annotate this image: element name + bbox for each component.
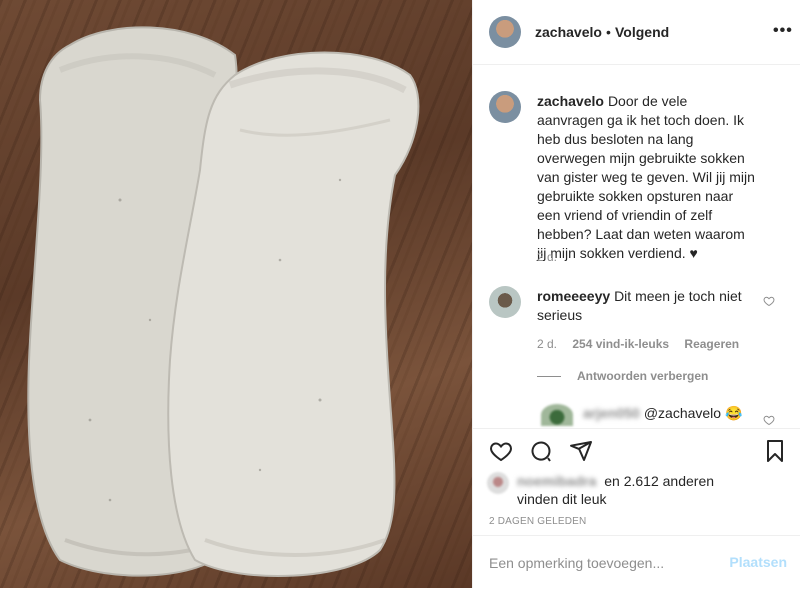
post-sidebar: zachavelo • Volgend ••• zachavelo Door de… — [472, 0, 800, 588]
comment-username[interactable]: romeeeeyy — [537, 288, 610, 304]
comment-meta: 2 d. 254 vind-ik-leuks Reageren — [537, 337, 751, 351]
follow-status-button[interactable]: Volgend — [615, 24, 669, 40]
reply-avatar[interactable] — [541, 404, 573, 426]
post-photo[interactable] — [0, 0, 472, 588]
caption-timestamp[interactable]: 2 d. — [537, 250, 557, 264]
likes-summary[interactable]: noemibadra en 2.612 anderen vinden dit l… — [517, 472, 777, 508]
header-username[interactable]: zachavelo — [535, 24, 602, 40]
caption-avatar[interactable] — [489, 91, 521, 123]
comment-avatar[interactable] — [489, 286, 521, 318]
bookmark-icon[interactable] — [763, 439, 787, 463]
reply-button[interactable]: Reageren — [684, 337, 739, 351]
separator-dot: • — [606, 24, 611, 40]
post-timestamp[interactable]: 2 DAGEN GELEDEN — [489, 516, 586, 527]
post-comment-button[interactable]: Plaatsen — [729, 554, 787, 570]
reply-text: @zachavelo 😂 — [643, 405, 743, 421]
comment-icon[interactable] — [529, 439, 553, 463]
hide-replies-toggle[interactable]: Antwoorden verbergen — [537, 369, 708, 383]
comment-item: romeeeeyy Dit meen je toch niet serieus — [537, 287, 757, 325]
more-options-icon[interactable]: ••• — [773, 22, 793, 40]
likes-avatar[interactable] — [487, 472, 509, 494]
heart-icon[interactable] — [489, 439, 513, 463]
comment-timestamp[interactable]: 2 d. — [537, 337, 557, 351]
hide-replies-label: Antwoorden verbergen — [577, 369, 709, 383]
comment-input[interactable] — [487, 550, 731, 576]
comment-likes-count[interactable]: 254 vind-ik-leuks — [572, 337, 669, 351]
likes-suffix: vinden dit leuk — [517, 491, 607, 507]
reply-item: arjen050 @zachavelo 😂 — [583, 405, 742, 422]
post-header: zachavelo • Volgend ••• — [473, 0, 800, 65]
post-caption: zachavelo Door de vele aanvragen ga ik he… — [537, 92, 757, 263]
likes-count-text: en 2.612 anderen — [604, 473, 715, 489]
add-comment-bar: Plaatsen — [473, 535, 800, 589]
reply-username[interactable]: arjen050 — [583, 405, 640, 421]
reply-like-heart-icon[interactable] — [763, 414, 775, 426]
post-actions-bar — [473, 428, 800, 469]
comment-like-heart-icon[interactable] — [763, 295, 775, 307]
caption-username[interactable]: zachavelo — [537, 93, 604, 109]
replies-line — [537, 376, 561, 378]
likes-blurred-name[interactable]: noemibadra — [517, 473, 596, 489]
avatar[interactable] — [489, 16, 521, 48]
socks-image — [27, 26, 420, 577]
share-icon[interactable] — [569, 439, 593, 463]
caption-text: Door de vele aanvragen ga ik het toch do… — [537, 93, 755, 261]
